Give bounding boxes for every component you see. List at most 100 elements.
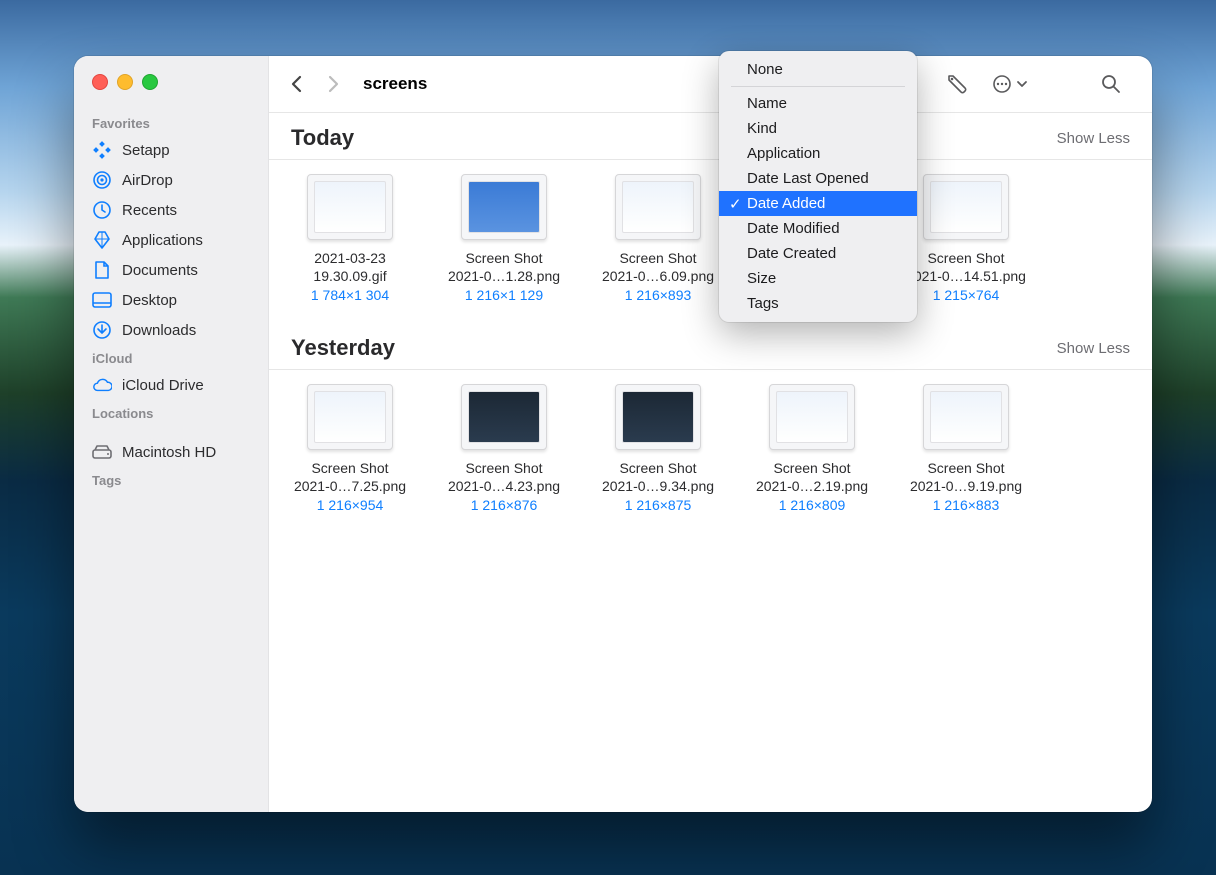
sidebar-header: Favorites [74,110,268,135]
file-item[interactable]: 2021-03-2319.30.09.gif 1 784×1 304 [273,174,427,303]
sidebar-item-label: Setapp [122,142,170,159]
sidebar-item-airdrop[interactable]: AirDrop [74,165,268,195]
file-item[interactable]: Screen Shot2021-0…4.23.png 1 216×876 [427,384,581,513]
file-item[interactable]: Screen Shot2021-0…7.25.png 1 216×954 [273,384,427,513]
file-dimensions: 1 216×883 [889,497,1043,513]
desktop-wallpaper: Favorites Setapp AirDrop Recents Application… [0,0,1216,875]
file-name: Screen Shot2021-0…4.23.png [427,460,581,495]
search-button[interactable] [1090,69,1132,99]
window-title: screens [363,74,427,94]
applications-icon [92,230,112,250]
file-name: Screen Shot2021-0…1.28.png [427,250,581,285]
file-dimensions: 1 784×1 304 [273,287,427,303]
menu-item-size[interactable]: Size [719,266,917,291]
file-content-area: TodayShow Less2021-03-2319.30.09.gif1 78… [269,113,1152,812]
airdrop-icon [92,170,112,190]
icloud-icon [92,375,112,395]
forward-button[interactable] [319,70,347,98]
sidebar-item-label: Desktop [122,292,177,309]
menu-item-tags[interactable]: Tags [719,291,917,316]
sidebar-item-label: Recents [122,202,177,219]
menu-item-date-added[interactable]: Date Added [719,191,917,216]
minimize-window-button[interactable] [117,74,133,90]
sidebar-item-label: iCloud Drive [122,377,204,394]
menu-item-date-last-opened[interactable]: Date Last Opened [719,166,917,191]
sidebar-header: Tags [74,467,268,492]
sidebar-item-applications[interactable]: Applications [74,225,268,255]
file-item[interactable]: Screen Shot2021-0…6.09.png 1 216×893 [581,174,735,303]
toolbar: screens [269,56,1152,113]
file-thumbnail [615,174,701,240]
file-dimensions: 1 216×809 [735,497,889,513]
window-controls [74,70,268,110]
downloads-icon [92,320,112,340]
disk-icon [92,442,112,462]
main-area: screens [269,56,1152,812]
sidebar-item-label: Macintosh HD [122,444,216,461]
file-name: Screen Shot2021-0…7.25.png [273,460,427,495]
sidebar-item-label: Documents [122,262,198,279]
sidebar-item-desktop[interactable]: Desktop [74,285,268,315]
file-item[interactable]: Screen Shot2021-0…9.19.png 1 216×883 [889,384,1043,513]
file-dimensions: 1 216×875 [581,497,735,513]
finder-window: Favorites Setapp AirDrop Recents Application… [74,56,1152,812]
sidebar-item-recents[interactable]: Recents [74,195,268,225]
sidebar-item-label: Downloads [122,322,196,339]
more-actions-button[interactable] [986,69,1034,99]
file-grid: 2021-03-2319.30.09.gif1 784×1 304Screen … [269,160,1152,323]
sidebar-header: Locations [74,400,268,425]
close-window-button[interactable] [92,74,108,90]
menu-item-date-modified[interactable]: Date Modified [719,216,917,241]
section-title: Yesterday [291,335,1057,361]
file-dimensions: 1 216×954 [273,497,427,513]
desktop-icon [92,290,112,310]
group-by-menu: NoneNameKindApplicationDate Last OpenedD… [719,51,917,322]
file-name: Screen Shot2021-0…2.19.png [735,460,889,495]
file-thumbnail [769,384,855,450]
recents-icon [92,200,112,220]
file-item[interactable]: Screen Shot2021-0…2.19.png 1 216×809 [735,384,889,513]
file-name: Screen Shot2021-0…6.09.png [581,250,735,285]
file-thumbnail [307,384,393,450]
menu-item-kind[interactable]: Kind [719,116,917,141]
file-thumbnail [923,174,1009,240]
section-header: YesterdayShow Less [269,323,1152,370]
sidebar-item-downloads[interactable]: Downloads [74,315,268,345]
file-dimensions: 1 216×1 129 [427,287,581,303]
show-less-button[interactable]: Show Less [1057,130,1130,147]
menu-item-name[interactable]: Name [719,91,917,116]
menu-item-application[interactable]: Application [719,141,917,166]
fullscreen-window-button[interactable] [142,74,158,90]
file-dimensions: 1 216×876 [427,497,581,513]
file-name: Screen Shot2021-0…9.34.png [581,460,735,495]
section-header: TodayShow Less [269,113,1152,160]
file-thumbnail [615,384,701,450]
file-thumbnail [461,174,547,240]
show-less-button[interactable]: Show Less [1057,340,1130,357]
sidebar-item-label: Applications [122,232,203,249]
file-name: 2021-03-2319.30.09.gif [273,250,427,285]
sidebar-item-macintosh-hd[interactable]: Macintosh HD [74,437,268,467]
tags-button[interactable] [936,69,978,99]
sidebar: Favorites Setapp AirDrop Recents Application… [74,56,269,812]
menu-separator [731,86,905,87]
sidebar-item-documents[interactable]: Documents [74,255,268,285]
menu-item-date-created[interactable]: Date Created [719,241,917,266]
file-dimensions: 1 216×893 [581,287,735,303]
sidebar-item-label: AirDrop [122,172,173,189]
menu-item-none[interactable]: None [719,57,917,82]
file-thumbnail [923,384,1009,450]
sidebar-header: iCloud [74,345,268,370]
file-grid: Screen Shot2021-0…7.25.png1 216×954Scree… [269,370,1152,533]
back-button[interactable] [283,70,311,98]
setapp-icon [92,140,112,160]
sidebar-item-setapp[interactable]: Setapp [74,135,268,165]
documents-icon [92,260,112,280]
file-thumbnail [307,174,393,240]
file-item[interactable]: Screen Shot2021-0…9.34.png 1 216×875 [581,384,735,513]
file-name: Screen Shot2021-0…9.19.png [889,460,1043,495]
file-thumbnail [461,384,547,450]
section-title: Today [291,125,1057,151]
file-item[interactable]: Screen Shot2021-0…1.28.png 1 216×1 129 [427,174,581,303]
sidebar-item-icloud-drive[interactable]: iCloud Drive [74,370,268,400]
